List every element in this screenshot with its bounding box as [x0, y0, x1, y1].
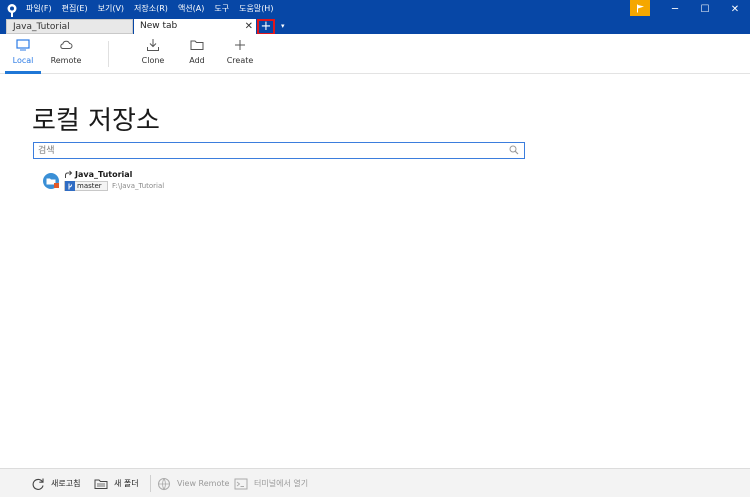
globe-icon — [158, 477, 170, 490]
maximize-icon: ☐ — [700, 3, 710, 15]
minimize-icon: ─ — [671, 3, 679, 15]
refresh-icon — [32, 478, 44, 490]
active-tab-indicator — [5, 71, 41, 74]
toolbar-divider — [108, 41, 109, 67]
bottom-bar: 새로고침 새 폴더 View Remote 터미널에서 열기 — [0, 468, 750, 497]
search-icon — [509, 145, 519, 155]
local-button[interactable]: Local — [3, 38, 43, 65]
menu-tools[interactable]: 도구 — [214, 3, 229, 15]
remote-label: Remote — [50, 56, 82, 65]
local-label: Local — [12, 56, 34, 65]
menu-view[interactable]: 보기(V) — [98, 3, 124, 15]
notification-flag-button[interactable] — [630, 0, 650, 16]
terminal-icon — [234, 478, 248, 489]
tab-dropdown-icon[interactable]: ▾ — [281, 22, 285, 30]
tab-close-icon[interactable]: ✕ — [245, 19, 253, 34]
repo-name: Java_Tutorial — [75, 170, 133, 179]
create-button[interactable]: Create — [220, 38, 260, 65]
menu-help[interactable]: 도움말(H) — [239, 3, 273, 15]
menu-file[interactable]: 파일(F) — [26, 3, 52, 15]
remote-button[interactable]: Remote — [46, 38, 86, 65]
clone-button[interactable]: Clone — [133, 38, 173, 65]
add-label: Add — [189, 56, 205, 65]
view-remote-button[interactable]: View Remote — [157, 476, 229, 491]
bottom-divider — [150, 475, 151, 492]
add-button[interactable]: Add — [177, 38, 217, 65]
monitor-icon — [16, 39, 30, 51]
tab-label: New tab — [140, 21, 178, 31]
tab-java-tutorial[interactable]: Java_Tutorial — [6, 19, 133, 34]
menu-edit[interactable]: 편집(E) — [62, 3, 88, 15]
repository-icon — [43, 173, 59, 189]
tab-label: Java_Tutorial — [13, 22, 70, 32]
shortcut-arrow-icon — [65, 170, 73, 178]
refresh-label: 새로고침 — [51, 479, 81, 488]
close-window-button[interactable]: ✕ — [720, 0, 750, 18]
refresh-button[interactable]: 새로고침 — [31, 476, 80, 491]
menu-bar: 파일(F) 편집(E) 보기(V) 저장소(R) 액션(A) 도구 도움말(H) — [26, 3, 273, 15]
sourcetree-logo-icon — [7, 4, 17, 17]
create-label: Create — [226, 56, 254, 65]
open-terminal-label: 터미널에서 열기 — [254, 479, 309, 488]
folder-icon — [190, 40, 204, 50]
new-folder-label: 새 폴더 — [114, 479, 139, 488]
toolbar: Local Remote Clone Add Create — [0, 34, 750, 74]
menu-actions[interactable]: 액션(A) — [178, 3, 204, 15]
new-tab-button[interactable]: + — [257, 19, 275, 35]
search-box — [33, 142, 525, 159]
search-input[interactable] — [38, 143, 498, 158]
tab-new-tab[interactable]: New tab ✕ — [134, 19, 256, 34]
view-remote-label: View Remote — [177, 479, 230, 488]
new-folder-icon — [94, 479, 108, 489]
new-folder-button[interactable]: 새 폴더 — [94, 476, 139, 491]
minimize-button[interactable]: ─ — [660, 0, 690, 18]
maximize-button[interactable]: ☐ — [690, 0, 720, 18]
page-title: 로컬 저장소 — [32, 106, 160, 136]
menu-repository[interactable]: 저장소(R) — [134, 3, 168, 15]
repo-path: F:\Java_Tutorial — [112, 182, 165, 190]
branch-badge: master — [64, 181, 108, 191]
plus-icon — [235, 40, 245, 50]
close-icon: ✕ — [730, 3, 740, 15]
flag-icon — [636, 4, 644, 12]
plus-icon: + — [260, 19, 272, 34]
download-icon — [147, 39, 159, 51]
branch-icon — [65, 181, 75, 191]
clone-label: Clone — [141, 56, 165, 65]
open-terminal-button[interactable]: 터미널에서 열기 — [234, 476, 308, 491]
list-item[interactable]: Java_Tutorial master F:\Java_Tutorial — [42, 170, 242, 194]
title-bar: 파일(F) 편집(E) 보기(V) 저장소(R) 액션(A) 도구 도움말(H)… — [0, 0, 750, 35]
branch-name: master — [77, 181, 102, 190]
cloud-icon — [60, 40, 73, 49]
